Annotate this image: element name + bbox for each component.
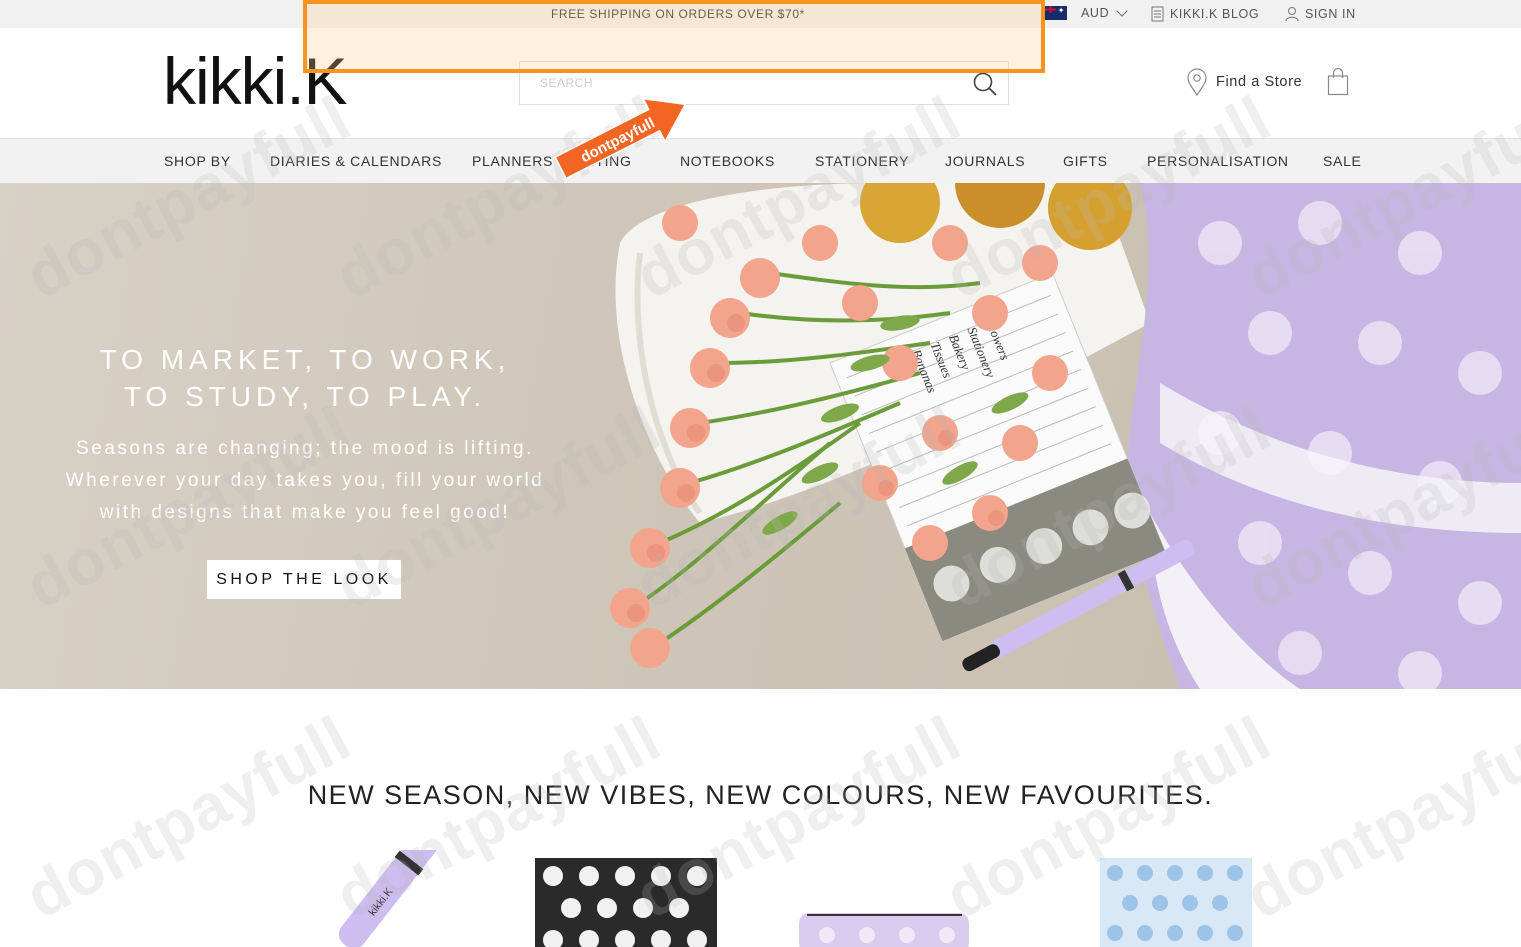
nav-item-journals[interactable]: JOURNALS xyxy=(945,153,1025,169)
currency-label: AUD xyxy=(1081,6,1110,20)
nav-item-sale[interactable]: SALE xyxy=(1323,153,1362,169)
shopping-bag-icon[interactable] xyxy=(1327,68,1349,96)
hero-subtext-line-1: Seasons are changing; the mood is liftin… xyxy=(76,438,534,459)
currency-selector[interactable]: AUD xyxy=(1045,5,1128,20)
sign-in-link[interactable]: SIGN IN xyxy=(1285,6,1356,22)
user-icon xyxy=(1285,7,1299,22)
nav-item-planners[interactable]: PLANNERS xyxy=(472,153,553,169)
australia-flag-icon xyxy=(1045,6,1067,20)
nav-item-shop-by[interactable]: SHOP BY xyxy=(164,153,231,169)
highlight-box xyxy=(303,0,1045,73)
find-store-link[interactable]: Find a Store xyxy=(1186,68,1302,96)
product-patterned-notebook[interactable] xyxy=(535,858,720,947)
nav-item-diaries-calendars[interactable]: DIARIES & CALENDARS xyxy=(270,153,442,169)
sign-in-label: SIGN IN xyxy=(1305,7,1356,21)
hero-headline-line-2: TO STUDY, TO PLAY. xyxy=(123,381,487,412)
chevron-down-icon xyxy=(1116,5,1128,17)
product-pencil-case[interactable] xyxy=(797,905,972,947)
nav-item-personalisation[interactable]: PERSONALISATION xyxy=(1147,153,1289,169)
hero-subtext: Seasons are changing; the mood is liftin… xyxy=(30,433,580,529)
search-icon[interactable] xyxy=(972,71,998,97)
blog-link[interactable]: KIKKI.K BLOG xyxy=(1151,6,1259,22)
blog-label: KIKKI.K BLOG xyxy=(1170,7,1260,21)
find-store-label: Find a Store xyxy=(1216,74,1303,90)
shop-the-look-button[interactable]: SHOP THE LOOK xyxy=(207,560,401,599)
hero-subtext-line-2: Wherever your day takes you, fill your w… xyxy=(65,470,545,491)
nav-item-stationery[interactable]: STATIONERY xyxy=(815,153,909,169)
watermark: dontpayfull xyxy=(1233,701,1521,933)
product-pen[interactable]: kikki.K xyxy=(330,850,460,947)
callout-arrow: dontpayfull xyxy=(554,97,687,180)
nav-item-gifts[interactable]: GIFTS xyxy=(1063,153,1108,169)
main-nav: SHOP BY DIARIES & CALENDARS PLANNERS WRI… xyxy=(0,138,1521,183)
hero-banner[interactable]: Flowers Stationery Bakery Tissues Banana… xyxy=(0,183,1521,689)
document-icon xyxy=(1151,6,1164,22)
hero-headline: TO MARKET, TO WORK, TO STUDY, TO PLAY. xyxy=(40,341,570,415)
watermark: dontpayfull xyxy=(13,701,362,933)
hero-headline-line-1: TO MARKET, TO WORK, xyxy=(99,344,511,375)
section-title: NEW SEASON, NEW VIBES, NEW COLOURS, NEW … xyxy=(307,780,1214,810)
hero-subtext-line-3: with designs that make you feel good! xyxy=(99,502,511,523)
location-pin-icon xyxy=(1187,68,1207,96)
product-blue-notebook[interactable] xyxy=(1100,858,1255,947)
